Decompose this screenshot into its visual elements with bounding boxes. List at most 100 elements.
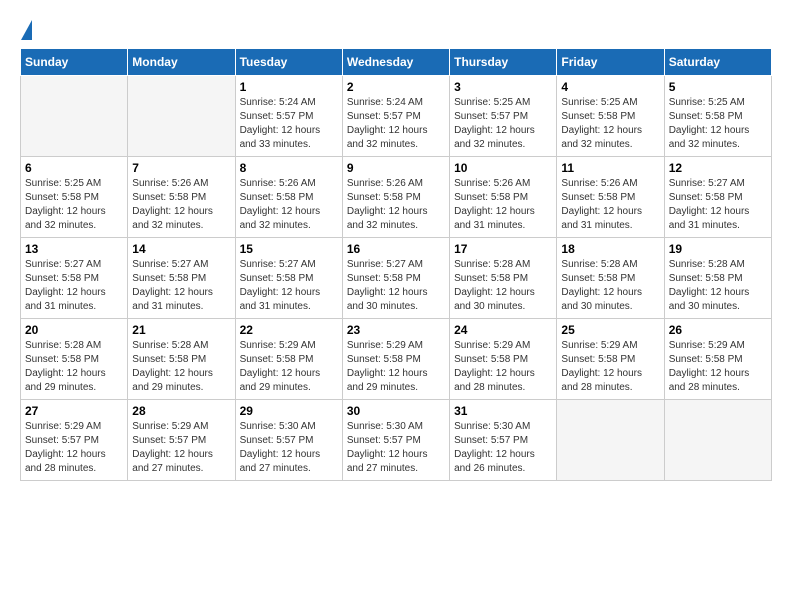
day-number: 31 bbox=[454, 404, 552, 418]
header-saturday: Saturday bbox=[664, 49, 771, 76]
day-info: Sunrise: 5:27 AM Sunset: 5:58 PM Dayligh… bbox=[25, 258, 123, 314]
day-info: Sunrise: 5:27 AM Sunset: 5:58 PM Dayligh… bbox=[240, 258, 338, 314]
day-cell: 14Sunrise: 5:27 AM Sunset: 5:58 PM Dayli… bbox=[128, 238, 235, 319]
day-cell: 11 Sunrise: 5:26 AM Sunset: 5:58 PM Dayli… bbox=[557, 157, 664, 238]
day-info: Sunrise: 5:28 AM Sunset: 5:58 PM Dayligh… bbox=[561, 258, 659, 314]
day-cell: 6 Sunrise: 5:25 AM Sunset: 5:58 PM Daylig… bbox=[21, 157, 128, 238]
day-info: Sunrise: 5:28 AM Sunset: 5:58 PM Dayligh… bbox=[454, 258, 552, 314]
day-cell: 18 Sunrise: 5:28 AM Sunset: 5:58 PM Dayli… bbox=[557, 238, 664, 319]
day-info: Sunrise: 5:26 AM Sunset: 5:58 PM Dayligh… bbox=[561, 177, 659, 233]
day-cell: 24 Sunrise: 5:29 AM Sunset: 5:58 PM Dayli… bbox=[450, 319, 557, 400]
week-row-2: 6 Sunrise: 5:25 AM Sunset: 5:58 PM Daylig… bbox=[21, 157, 772, 238]
day-number: 2 bbox=[347, 80, 445, 94]
day-number: 27 bbox=[25, 404, 123, 418]
day-number: 28 bbox=[132, 404, 230, 418]
day-cell: 16 Sunrise: 5:27 AM Sunset: 5:58 PM Dayli… bbox=[342, 238, 449, 319]
day-cell: 30 Sunrise: 5:30 AM Sunset: 5:57 PM Dayli… bbox=[342, 400, 449, 481]
logo bbox=[20, 20, 32, 38]
day-info: Sunrise: 5:26 AM Sunset: 5:58 PM Dayligh… bbox=[347, 177, 445, 233]
day-cell: 20 Sunrise: 5:28 AM Sunset: 5:58 PM Dayli… bbox=[21, 319, 128, 400]
day-info: Sunrise: 5:27 AM Sunset: 5:58 PM Dayligh… bbox=[669, 177, 767, 233]
day-number: 20 bbox=[25, 323, 123, 337]
day-cell bbox=[664, 400, 771, 481]
week-row-4: 20 Sunrise: 5:28 AM Sunset: 5:58 PM Dayli… bbox=[21, 319, 772, 400]
day-info: Sunrise: 5:29 AM Sunset: 5:58 PM Dayligh… bbox=[240, 339, 338, 395]
day-info: Sunrise: 5:29 AM Sunset: 5:58 PM Dayligh… bbox=[347, 339, 445, 395]
day-info: Sunrise: 5:25 AM Sunset: 5:58 PM Dayligh… bbox=[561, 96, 659, 152]
day-info: Sunrise: 5:30 AM Sunset: 5:57 PM Dayligh… bbox=[240, 420, 338, 476]
header-tuesday: Tuesday bbox=[235, 49, 342, 76]
day-info: Sunrise: 5:30 AM Sunset: 5:57 PM Dayligh… bbox=[454, 420, 552, 476]
day-cell: 15Sunrise: 5:27 AM Sunset: 5:58 PM Dayli… bbox=[235, 238, 342, 319]
day-cell: 4 Sunrise: 5:25 AM Sunset: 5:58 PM Daylig… bbox=[557, 76, 664, 157]
day-info: Sunrise: 5:27 AM Sunset: 5:58 PM Dayligh… bbox=[347, 258, 445, 314]
day-info: Sunrise: 5:26 AM Sunset: 5:58 PM Dayligh… bbox=[132, 177, 230, 233]
day-info: Sunrise: 5:29 AM Sunset: 5:58 PM Dayligh… bbox=[454, 339, 552, 395]
header-friday: Friday bbox=[557, 49, 664, 76]
day-number: 1 bbox=[240, 80, 338, 94]
day-cell: 27 Sunrise: 5:29 AM Sunset: 5:57 PM Dayli… bbox=[21, 400, 128, 481]
day-number: 3 bbox=[454, 80, 552, 94]
day-number: 17 bbox=[454, 242, 552, 256]
day-info: Sunrise: 5:28 AM Sunset: 5:58 PM Dayligh… bbox=[132, 339, 230, 395]
calendar-header-row: SundayMondayTuesdayWednesdayThursdayFrid… bbox=[21, 49, 772, 76]
day-cell: 9 Sunrise: 5:26 AM Sunset: 5:58 PM Daylig… bbox=[342, 157, 449, 238]
day-number: 26 bbox=[669, 323, 767, 337]
day-info: Sunrise: 5:25 AM Sunset: 5:58 PM Dayligh… bbox=[669, 96, 767, 152]
day-cell: 29 Sunrise: 5:30 AM Sunset: 5:57 PM Dayli… bbox=[235, 400, 342, 481]
header-thursday: Thursday bbox=[450, 49, 557, 76]
day-number: 23 bbox=[347, 323, 445, 337]
day-info: Sunrise: 5:26 AM Sunset: 5:58 PM Dayligh… bbox=[240, 177, 338, 233]
day-info: Sunrise: 5:29 AM Sunset: 5:57 PM Dayligh… bbox=[132, 420, 230, 476]
day-cell: 17 Sunrise: 5:28 AM Sunset: 5:58 PM Dayli… bbox=[450, 238, 557, 319]
day-number: 4 bbox=[561, 80, 659, 94]
day-info: Sunrise: 5:24 AM Sunset: 5:57 PM Dayligh… bbox=[347, 96, 445, 152]
header-sunday: Sunday bbox=[21, 49, 128, 76]
day-number: 18 bbox=[561, 242, 659, 256]
day-number: 22 bbox=[240, 323, 338, 337]
week-row-3: 13 Sunrise: 5:27 AM Sunset: 5:58 PM Dayli… bbox=[21, 238, 772, 319]
day-number: 8 bbox=[240, 161, 338, 175]
day-cell: 28 Sunrise: 5:29 AM Sunset: 5:57 PM Dayli… bbox=[128, 400, 235, 481]
day-info: Sunrise: 5:30 AM Sunset: 5:57 PM Dayligh… bbox=[347, 420, 445, 476]
day-cell: 26 Sunrise: 5:29 AM Sunset: 5:58 PM Dayli… bbox=[664, 319, 771, 400]
day-cell: 25 Sunrise: 5:29 AM Sunset: 5:58 PM Dayli… bbox=[557, 319, 664, 400]
day-cell: 1Sunrise: 5:24 AM Sunset: 5:57 PM Daylig… bbox=[235, 76, 342, 157]
page-header bbox=[20, 20, 772, 38]
day-info: Sunrise: 5:26 AM Sunset: 5:58 PM Dayligh… bbox=[454, 177, 552, 233]
day-info: Sunrise: 5:28 AM Sunset: 5:58 PM Dayligh… bbox=[25, 339, 123, 395]
day-number: 7 bbox=[132, 161, 230, 175]
day-cell: 19Sunrise: 5:28 AM Sunset: 5:58 PM Dayli… bbox=[664, 238, 771, 319]
day-number: 11 bbox=[561, 161, 659, 175]
day-number: 5 bbox=[669, 80, 767, 94]
day-number: 30 bbox=[347, 404, 445, 418]
day-info: Sunrise: 5:25 AM Sunset: 5:58 PM Dayligh… bbox=[25, 177, 123, 233]
day-number: 25 bbox=[561, 323, 659, 337]
day-cell: 2 Sunrise: 5:24 AM Sunset: 5:57 PM Daylig… bbox=[342, 76, 449, 157]
week-row-1: 1 Sunrise: 5:24 AM Sunset: 5:57 PM Daylig… bbox=[21, 76, 772, 157]
day-info: Sunrise: 5:25 AM Sunset: 5:57 PM Dayligh… bbox=[454, 96, 552, 152]
day-number: 29 bbox=[240, 404, 338, 418]
day-number: 9 bbox=[347, 161, 445, 175]
day-number: 12 bbox=[669, 161, 767, 175]
calendar-table: SundayMondayTuesdayWednesdayThursdayFrid… bbox=[20, 48, 772, 481]
day-info: Sunrise: 5:29 AM Sunset: 5:58 PM Dayligh… bbox=[561, 339, 659, 395]
day-number: 19 bbox=[669, 242, 767, 256]
day-number: 21 bbox=[132, 323, 230, 337]
header-monday: Monday bbox=[128, 49, 235, 76]
day-number: 10 bbox=[454, 161, 552, 175]
day-number: 16 bbox=[347, 242, 445, 256]
day-cell: 13 Sunrise: 5:27 AM Sunset: 5:58 PM Dayli… bbox=[21, 238, 128, 319]
day-cell: 3 Sunrise: 5:25 AM Sunset: 5:57 PM Daylig… bbox=[450, 76, 557, 157]
day-cell: 5 Sunrise: 5:25 AM Sunset: 5:58 PM Daylig… bbox=[664, 76, 771, 157]
day-info: Sunrise: 5:29 AM Sunset: 5:58 PM Dayligh… bbox=[669, 339, 767, 395]
day-cell: 23 Sunrise: 5:29 AM Sunset: 5:58 PM Dayli… bbox=[342, 319, 449, 400]
day-cell: 7 Sunrise: 5:26 AM Sunset: 5:58 PM Daylig… bbox=[128, 157, 235, 238]
day-cell: 22 Sunrise: 5:29 AM Sunset: 5:58 PM Dayli… bbox=[235, 319, 342, 400]
day-number: 13 bbox=[25, 242, 123, 256]
day-number: 6 bbox=[25, 161, 123, 175]
day-number: 24 bbox=[454, 323, 552, 337]
day-cell: 21 Sunrise: 5:28 AM Sunset: 5:58 PM Dayli… bbox=[128, 319, 235, 400]
day-info: Sunrise: 5:29 AM Sunset: 5:57 PM Dayligh… bbox=[25, 420, 123, 476]
day-cell bbox=[557, 400, 664, 481]
